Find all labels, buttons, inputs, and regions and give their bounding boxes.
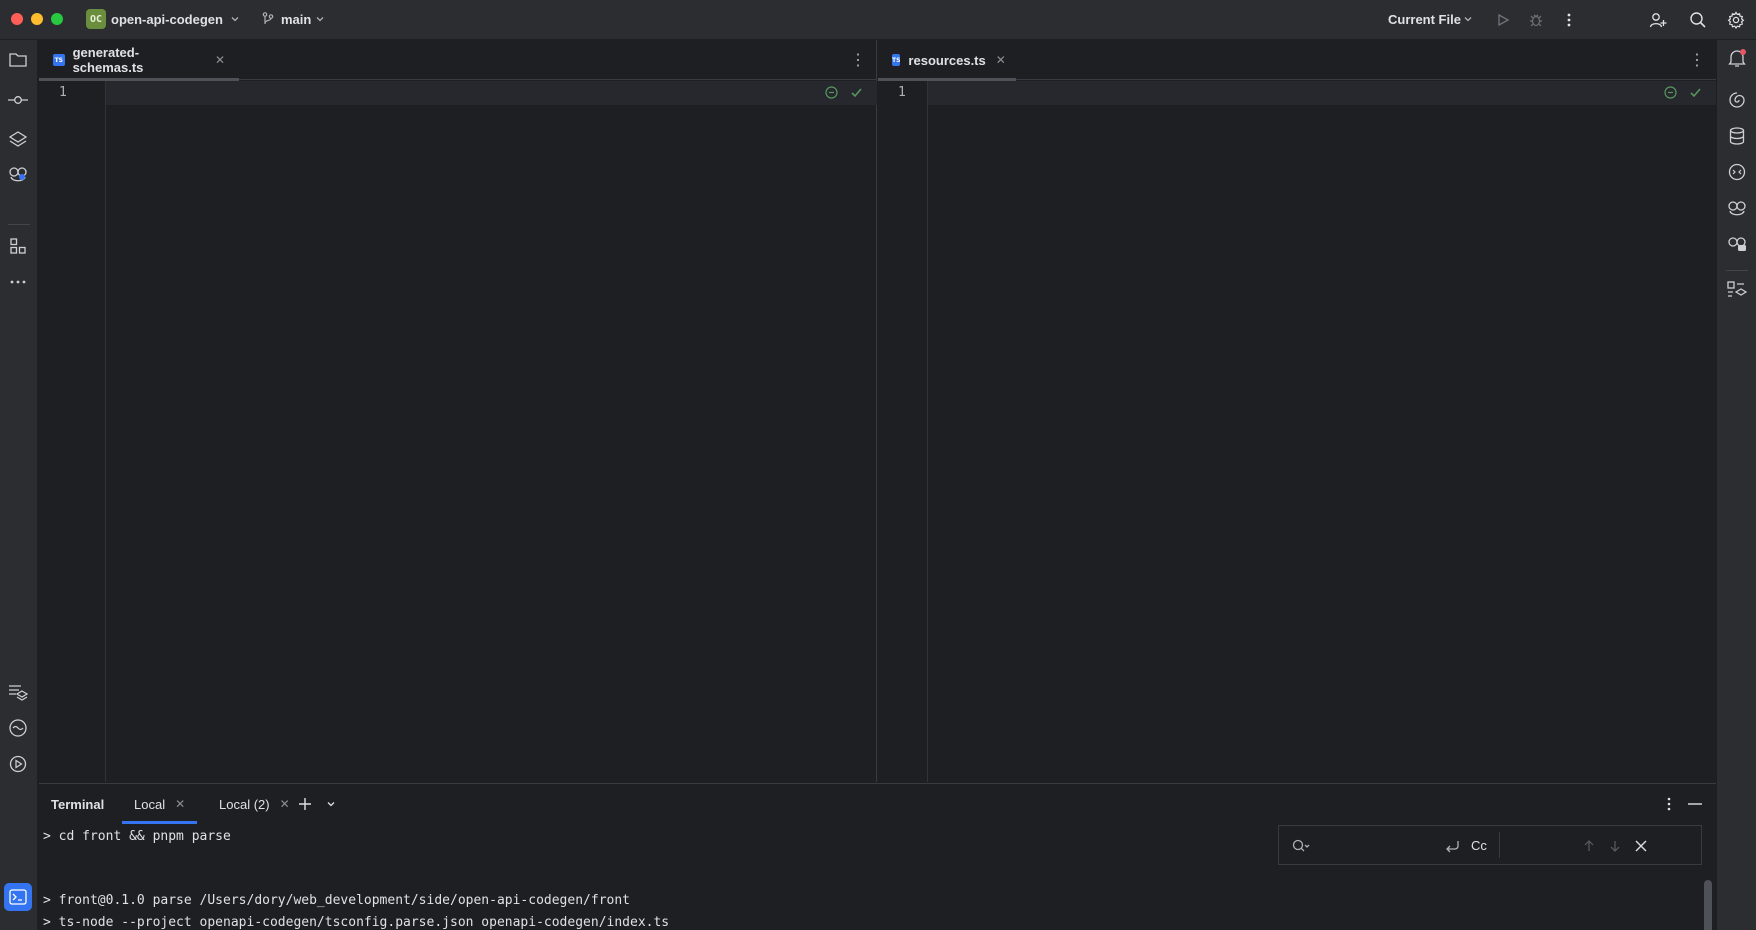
inspection-widget[interactable] <box>1664 86 1702 99</box>
branch-icon <box>262 12 274 24</box>
problems-icon[interactable] <box>6 922 30 930</box>
close-icon[interactable]: ✕ <box>996 53 1006 67</box>
wrap-search-icon[interactable] <box>1442 836 1462 856</box>
run-icon[interactable] <box>1493 10 1513 30</box>
structure-view-icon[interactable] <box>1725 278 1749 302</box>
tab-label: generated-schemas.ts <box>72 45 144 75</box>
tab-resources[interactable]: TS resources.ts ✕ <box>878 40 1016 81</box>
run-config-selector[interactable]: Current File <box>1388 12 1461 27</box>
more-actions-icon[interactable]: ⋮ <box>849 51 867 69</box>
terminal-tab-label: Local <box>134 796 166 812</box>
copilot-chat-icon[interactable] <box>1725 232 1749 256</box>
editor-tab-bar: TS generated-schemas.ts ✕ ⋮ <box>39 40 876 81</box>
terminal-tab-label: Local (2) <box>219 796 270 812</box>
checkmark-icon <box>851 88 862 98</box>
terminal-scrollbar[interactable] <box>1704 880 1712 930</box>
run-services-icon[interactable] <box>6 752 30 776</box>
database-icon[interactable] <box>1725 124 1749 148</box>
terminal-line: > front@0.1.0 parse /Users/dory/web_deve… <box>43 893 630 908</box>
plugins-blocks-icon[interactable] <box>6 234 30 258</box>
ai-assistant-icon[interactable] <box>6 716 30 740</box>
editor-tab-bar: TS resources.ts ✕ ⋮ <box>878 40 1716 81</box>
chevron-down-icon[interactable] <box>315 14 325 24</box>
code-with-me-icon[interactable] <box>1725 160 1749 184</box>
close-icon[interactable]: ✕ <box>175 797 185 811</box>
tab-label: resources.ts <box>908 52 986 68</box>
ai-swirl-icon[interactable] <box>1725 88 1749 112</box>
close-icon[interactable]: ✕ <box>280 797 290 811</box>
debug-icon[interactable] <box>1526 10 1546 30</box>
chevron-down-icon[interactable] <box>230 14 240 24</box>
terminal-header: Terminal Local ✕ Local (2) ✕ <box>39 784 1716 824</box>
services-stack-icon[interactable] <box>6 680 30 704</box>
more-actions-icon[interactable] <box>1659 794 1679 814</box>
match-case-toggle[interactable]: Cc <box>1471 838 1487 853</box>
left-tool-strip <box>0 40 38 930</box>
commit-icon[interactable] <box>6 88 30 112</box>
more-actions-icon[interactable]: ⋮ <box>1688 51 1706 69</box>
project-badge[interactable]: OC <box>86 9 106 29</box>
project-name[interactable]: open-api-codegen <box>111 12 223 27</box>
copilot-icon[interactable] <box>1725 196 1749 220</box>
no-problems-icon <box>1664 86 1677 99</box>
search-history-icon[interactable] <box>1291 836 1311 856</box>
line-gutter: 1 <box>39 81 106 782</box>
current-line-highlight <box>928 81 1716 105</box>
new-tab-plus-icon[interactable] <box>295 794 315 814</box>
editor-pane-right: TS resources.ts ✕ ⋮ 1 <box>878 40 1716 782</box>
line-number: 1 <box>59 85 67 100</box>
chevron-down-icon[interactable] <box>1463 14 1473 24</box>
project-folder-icon[interactable] <box>6 48 30 72</box>
close-icon[interactable]: ✕ <box>215 53 225 67</box>
structure-layers-icon[interactable] <box>6 128 30 152</box>
line-number: 1 <box>898 85 906 100</box>
chevron-down-icon[interactable] <box>321 794 341 814</box>
inspection-widget[interactable] <box>825 86 863 99</box>
editor-pane-left: TS generated-schemas.ts ✕ ⋮ 1 <box>39 40 877 782</box>
tab-generated-schemas[interactable]: TS generated-schemas.ts ✕ <box>39 40 239 81</box>
copilot-chat-icon[interactable] <box>6 162 30 186</box>
tab-local[interactable]: Local ✕ <box>122 784 197 824</box>
terminal-search-bar: Cc <box>1278 825 1702 865</box>
previous-match-arrow-up-icon[interactable] <box>1579 836 1599 856</box>
terminal-panel: Terminal Local ✕ Local (2) ✕ > cd front … <box>39 783 1716 930</box>
search-input[interactable] <box>1319 834 1439 856</box>
minimize-window-button[interactable] <box>31 13 43 25</box>
search-icon[interactable] <box>1688 10 1708 30</box>
terminal-title: Terminal <box>51 797 105 812</box>
no-problems-icon <box>825 86 838 99</box>
terminal-line: > ts-node --project openapi-codegen/tsco… <box>43 915 670 930</box>
terminal-line: > cd front && pnpm parse <box>43 829 231 844</box>
next-match-arrow-down-icon[interactable] <box>1605 836 1625 856</box>
current-line-highlight <box>106 81 877 105</box>
typescript-file-icon: TS <box>892 54 901 66</box>
add-user-icon[interactable] <box>1648 10 1668 30</box>
close-window-button[interactable] <box>11 13 23 25</box>
line-gutter: 1 <box>878 81 928 782</box>
more-tools-icon[interactable] <box>6 270 30 294</box>
zoom-window-button[interactable] <box>51 13 63 25</box>
terminal-tool-icon[interactable] <box>4 883 32 911</box>
branch-name[interactable]: main <box>281 12 311 27</box>
typescript-file-icon: TS <box>53 54 65 66</box>
minimize-panel-icon[interactable] <box>1685 794 1705 814</box>
right-tool-strip <box>1716 40 1756 930</box>
more-actions-icon[interactable] <box>1559 10 1579 30</box>
notifications-bell-icon[interactable] <box>1725 46 1749 70</box>
checkmark-icon <box>1690 88 1701 98</box>
title-bar: OC open-api-codegen main Current File <box>0 0 1756 40</box>
settings-gear-icon[interactable] <box>1726 10 1746 30</box>
close-icon[interactable] <box>1631 836 1651 856</box>
